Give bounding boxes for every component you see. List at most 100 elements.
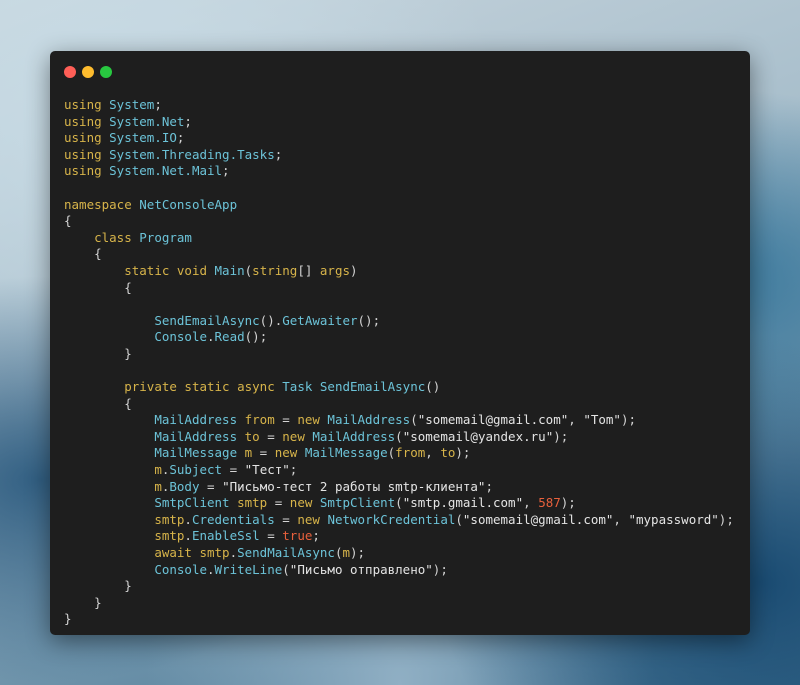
code-token: NetConsoleApp	[139, 196, 238, 212]
code-window: using System; using System.Net; using Syst…	[50, 51, 750, 635]
code-token: []	[297, 262, 320, 278]
code-token: .	[207, 329, 215, 345]
code-token: 587	[538, 495, 561, 511]
code-line: static void Main(string[] args)	[64, 263, 734, 280]
code-token: m	[154, 478, 162, 494]
maximize-button[interactable]	[100, 66, 112, 78]
code-line: smtp.Credentials = new NetworkCredential…	[64, 512, 734, 529]
code-token: SendMailAsync	[237, 545, 335, 561]
code-token: MailAddress	[154, 412, 245, 428]
code-token: ()	[425, 379, 441, 395]
code-token: SmtpClient	[154, 495, 238, 511]
code-token: await	[154, 545, 200, 561]
minimize-button[interactable]	[82, 66, 94, 78]
code-token: ,	[425, 445, 441, 461]
code-token: );	[455, 445, 471, 461]
code-token: Main	[214, 262, 245, 278]
close-button[interactable]	[64, 66, 76, 78]
code-token: smtp	[237, 495, 268, 511]
code-token: m	[342, 545, 351, 561]
code-token: "smtp.gmail.com"	[402, 495, 524, 511]
code-token: using	[64, 113, 110, 129]
code-token: }	[64, 578, 132, 594]
code-token: {	[64, 246, 102, 262]
code-token: System.Net	[109, 113, 185, 129]
code-token: smtp	[154, 528, 185, 544]
code-line: }	[64, 595, 734, 612]
code-token: args	[319, 262, 351, 278]
code-token: static void	[124, 262, 215, 278]
code-token: System.Threading.Tasks	[109, 146, 275, 162]
code-token: to	[244, 428, 260, 444]
code-token: System.IO	[109, 130, 177, 146]
code-token: class	[94, 229, 140, 245]
code-line: await smtp.SendMailAsync(m);	[64, 545, 734, 562]
code-token: ;	[176, 130, 185, 146]
code-line: {	[64, 396, 734, 413]
code-token: (	[455, 511, 463, 527]
code-token: =	[259, 528, 283, 544]
code-token: private static async	[124, 379, 283, 395]
code-token: );	[718, 511, 734, 527]
code-token: NetworkCredential	[327, 511, 456, 527]
code-token: using	[64, 146, 110, 162]
code-token: );	[553, 428, 569, 444]
code-token: new	[297, 412, 328, 428]
code-token: m	[154, 462, 162, 478]
code-token: =	[259, 428, 283, 444]
code-line: Console.Read();	[64, 329, 734, 346]
code-line: using System.IO;	[64, 130, 734, 147]
code-token: }	[64, 594, 102, 610]
code-token: =	[274, 511, 298, 527]
code-line: Console.WriteLine("Письмо отправлено");	[64, 562, 734, 579]
code-token: Read	[214, 329, 245, 345]
code-token: )	[350, 262, 358, 278]
code-token: ;	[312, 528, 320, 544]
code-line: MailAddress from = new MailAddress("some…	[64, 412, 734, 429]
code-token: MailAddress	[327, 412, 411, 428]
code-token: Credentials	[191, 511, 275, 527]
code-token: {	[64, 395, 132, 411]
code-token: {	[64, 213, 72, 229]
code-token: ;	[154, 97, 162, 112]
code-token: new	[297, 511, 328, 527]
code-line: SmtpClient smtp = new SmtpClient("smtp.g…	[64, 495, 734, 512]
code-token: MailMessage	[154, 445, 245, 461]
code-token: .	[184, 511, 192, 527]
code-token: =	[252, 445, 275, 461]
code-token: Console	[154, 329, 207, 345]
code-token: {	[64, 279, 132, 295]
code-token: "Письмо отправлено"	[289, 561, 433, 577]
code-token: Task SendEmailAsync	[282, 379, 426, 395]
code-token: );	[560, 495, 576, 511]
code-token: (	[395, 428, 403, 444]
code-token: WriteLine	[214, 561, 283, 577]
code-token: }	[64, 345, 132, 361]
code-line: using System.Net.Mail;	[64, 163, 734, 180]
code-line: }	[64, 611, 734, 628]
window-controls	[64, 66, 112, 78]
code-token: "somemail@gmail.com"	[462, 511, 614, 527]
code-line: }	[64, 578, 734, 595]
code-token: SmtpClient	[319, 495, 396, 511]
code-token: System.Net.Mail	[109, 163, 223, 179]
code-token: Console	[154, 561, 207, 577]
code-line: {	[64, 246, 734, 263]
code-token: string	[252, 262, 298, 278]
code-line: SendEmailAsync().GetAwaiter();	[64, 313, 734, 330]
code-token: using	[64, 163, 110, 179]
